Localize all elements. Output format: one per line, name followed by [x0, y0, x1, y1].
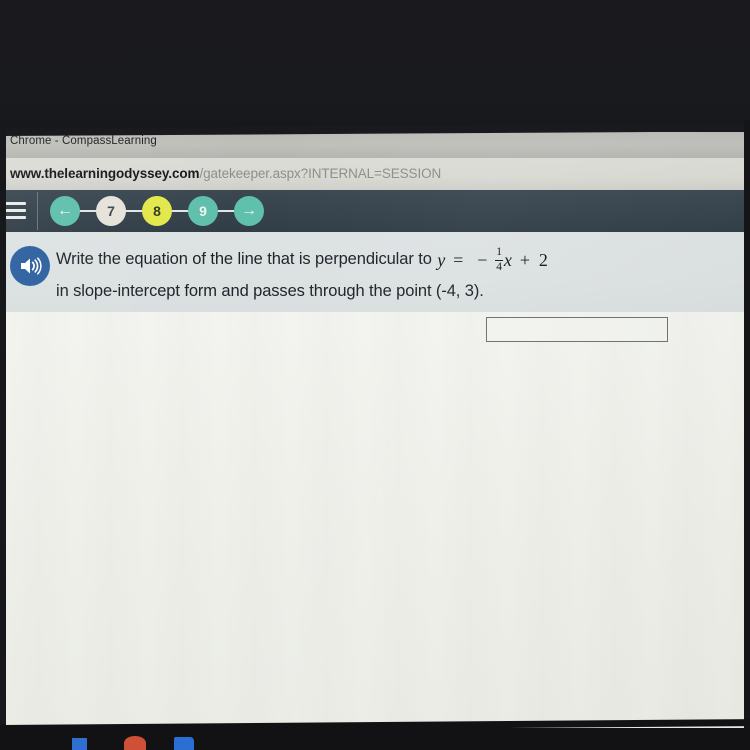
address-bar-path: /gatekeeper.aspx?INTERNAL=SESSION [199, 166, 442, 181]
monitor-bezel-left [0, 120, 6, 750]
equation-minus: − [477, 250, 488, 270]
question-text: Write the equation of the line that is p… [56, 244, 736, 307]
step-question-9[interactable]: 9 [188, 196, 218, 226]
address-bar-domain: www.thelearningodyssey.com [10, 166, 200, 181]
question-stepper: ← 7 8 9 → [50, 196, 264, 226]
equation-equals: = [453, 250, 464, 270]
hamburger-bar [4, 202, 26, 205]
step-question-7[interactable]: 7 [96, 196, 126, 226]
previous-question-button[interactable]: ← [50, 196, 80, 226]
fraction-denominator: 4 [496, 261, 502, 273]
question-line-2: in slope-intercept form and passes throu… [56, 282, 484, 300]
hamburger-bar [4, 216, 26, 219]
answer-area [4, 312, 750, 732]
step-label: 7 [107, 203, 115, 219]
nav-divider [37, 192, 38, 230]
monitor-bezel-right [744, 120, 750, 750]
address-bar-text: www.thelearningodyssey.com/gatekeeper.as… [10, 166, 441, 181]
stepper-connector [217, 210, 235, 212]
hamburger-bar [4, 209, 26, 212]
screenshot-photo: Chrome - CompassLearning www.thelearning… [0, 0, 750, 750]
monitor-bezel-bottom [0, 728, 750, 750]
address-bar[interactable]: www.thelearningodyssey.com/gatekeeper.as… [4, 158, 750, 190]
inline-equation: y = − 1 4 x + 2 [436, 245, 548, 276]
monitor-bezel-top [0, 0, 750, 132]
taskbar-red-app-icon[interactable] [124, 736, 146, 750]
step-label: 9 [199, 203, 207, 219]
app-nav-bar: ← 7 8 9 → [4, 190, 750, 232]
stepper-connector [125, 210, 143, 212]
answer-input[interactable] [486, 317, 668, 342]
step-question-8[interactable]: 8 [142, 196, 172, 226]
fraction-numerator: 1 [496, 246, 502, 259]
window-title: Chrome - CompassLearning [10, 135, 157, 147]
hamburger-icon[interactable] [4, 202, 26, 219]
question-line-1-text: Write the equation of the line that is p… [56, 250, 432, 268]
browser-window: Chrome - CompassLearning www.thelearning… [4, 128, 750, 732]
stepper-connector [171, 210, 189, 212]
question-line-1: Write the equation of the line that is p… [56, 244, 736, 276]
arrow-left-icon: ← [57, 201, 73, 219]
equation-constant: 2 [538, 250, 548, 270]
step-label: 8 [153, 203, 161, 219]
arrow-right-icon: → [241, 201, 257, 219]
stepper-connector [79, 210, 97, 212]
taskbar-blue-explorer-icon[interactable] [174, 737, 194, 750]
equation-fraction: 1 4 [495, 247, 503, 273]
speaker-icon[interactable] [10, 246, 50, 286]
next-question-button[interactable]: → [234, 196, 264, 226]
equation-lhs: y [437, 250, 446, 270]
taskbar-blue-app-icon[interactable] [72, 738, 87, 750]
equation-variable: x [503, 250, 512, 270]
question-panel: Write the equation of the line that is p… [4, 232, 750, 312]
equation-plus: + [519, 250, 530, 270]
